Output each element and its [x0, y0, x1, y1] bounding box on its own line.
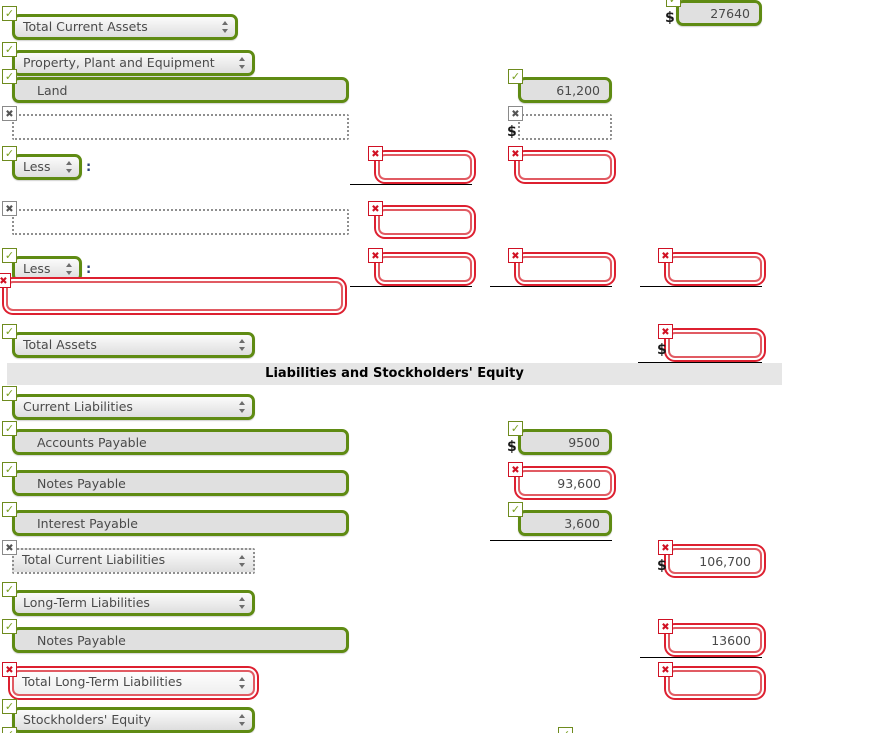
field-blank-asset-3-value[interactable]: [378, 209, 472, 235]
subtotal-rule: [350, 286, 472, 287]
field-blank-asset-1-value[interactable]: [518, 114, 612, 140]
dollar-sign: $: [657, 558, 667, 574]
validation-badge-total-current-liabilities-label: [2, 540, 17, 555]
field-property-plant-equipment-label[interactable]: Property, Plant and Equipment: [12, 50, 255, 76]
validation-badge-less-2-value3: [658, 248, 673, 263]
colon-separator: :: [86, 160, 92, 175]
field-notes-payable-longterm-value[interactable]: [668, 627, 762, 653]
field-less-2-value3[interactable]: [668, 256, 762, 282]
validation-badge-notes-payable-longterm-value: [658, 619, 673, 634]
subtotal-rule: [490, 286, 612, 287]
field-notes-payable-current-label[interactable]: [12, 470, 349, 496]
validation-badge-total-current-assets-value: [666, 0, 681, 7]
validation-badge-total-long-term-liabilities-label: [2, 662, 17, 677]
validation-badge-total-assets-label: [2, 324, 17, 339]
field-total-long-term-liabilities-label[interactable]: Total Long-Term Liabilities: [12, 670, 255, 696]
validation-badge-less-2-value2: [508, 248, 523, 263]
field-stockholders-equity-label[interactable]: Stockholders' Equity: [12, 707, 255, 733]
field-current-liabilities-label[interactable]: Current Liabilities: [12, 394, 255, 420]
validation-badge-blank-asset-1-value: [508, 106, 523, 121]
subtotal-rule: [640, 286, 762, 287]
field-land-value[interactable]: [518, 77, 612, 103]
field-less-2-label[interactable]: Less: [12, 256, 82, 282]
dollar-sign: $: [657, 342, 667, 358]
validation-badge-blank-asset-4-wide-label: [0, 273, 11, 288]
field-accounts-payable-label[interactable]: [12, 429, 349, 455]
validation-badge-interest-payable-value: [508, 502, 523, 517]
subtotal-rule: [640, 657, 762, 658]
validation-badge-blank-asset-3-label: [2, 201, 17, 216]
validation-badge-long-term-liabilities-label: [2, 582, 17, 597]
validation-badge-partial-bottom-row-value: [558, 727, 573, 733]
validation-badge-total-current-assets-label: [2, 6, 17, 21]
validation-badge-less-2-label: [2, 248, 17, 263]
field-blank-asset-1-label[interactable]: [12, 114, 349, 140]
validation-badge-blank-asset-1-label: [2, 106, 17, 121]
field-total-current-liabilities-label[interactable]: Total Current Liabilities: [12, 548, 255, 574]
section-header-liabilities-equity: Liabilities and Stockholders' Equity: [7, 363, 782, 385]
validation-badge-current-liabilities-label: [2, 386, 17, 401]
validation-badge-land-value: [508, 69, 523, 84]
field-notes-payable-current-value[interactable]: [518, 470, 612, 496]
validation-badge-less-1-label: [2, 146, 17, 161]
field-less-2-value[interactable]: [378, 256, 472, 282]
validation-badge-blank-asset-3-value: [368, 201, 383, 216]
field-interest-payable-label[interactable]: [12, 510, 349, 536]
field-total-current-assets-value[interactable]: [676, 0, 762, 26]
field-less-2-value2[interactable]: [518, 256, 612, 282]
dollar-sign: $: [507, 439, 517, 455]
validation-badge-less-1-value: [368, 146, 383, 161]
field-blank-asset-3-label[interactable]: [12, 209, 349, 235]
validation-badge-accounts-payable-value: [508, 421, 523, 436]
field-total-current-assets-label[interactable]: Total Current Assets: [12, 14, 238, 40]
field-total-current-liabilities-value[interactable]: [668, 548, 762, 574]
validation-badge-notes-payable-current-label: [2, 462, 17, 477]
validation-badge-less-1-value2: [508, 146, 523, 161]
validation-badge-stockholders-equity-label: [2, 699, 17, 714]
validation-badge-notes-payable-longterm-label: [2, 619, 17, 634]
field-interest-payable-value[interactable]: [518, 510, 612, 536]
field-total-assets-value[interactable]: [668, 332, 762, 358]
subtotal-rule: [490, 540, 612, 541]
validation-badge-land-label: [2, 69, 17, 84]
validation-badge-total-current-liabilities-value: [658, 540, 673, 555]
field-notes-payable-longterm-label[interactable]: [12, 627, 349, 653]
field-blank-asset-4-wide-label[interactable]: [6, 281, 343, 311]
validation-badge-accounts-payable-label: [2, 421, 17, 436]
validation-badge-property-plant-equipment-label: [2, 42, 17, 57]
validation-badge-notes-payable-current-value: [508, 462, 523, 477]
validation-badge-less-2-value: [368, 248, 383, 263]
dollar-sign: $: [665, 10, 675, 26]
dollar-sign: $: [507, 124, 517, 140]
field-long-term-liabilities-label[interactable]: Long-Term Liabilities: [12, 590, 255, 616]
colon-separator: :: [86, 262, 92, 277]
validation-badge-total-long-term-liabilities-value: [658, 662, 673, 677]
field-less-1-value[interactable]: [378, 154, 472, 180]
validation-badge-total-assets-value: [658, 324, 673, 339]
balance-sheet-form: Total Current Assets $ Property, Plant and…: [0, 0, 869, 733]
subtotal-rule: [350, 184, 472, 185]
field-total-assets-label[interactable]: Total Assets: [12, 332, 255, 358]
validation-badge-interest-payable-label: [2, 502, 17, 517]
field-total-long-term-liabilities-value[interactable]: [668, 670, 762, 696]
field-accounts-payable-value[interactable]: [518, 429, 612, 455]
field-less-1-label[interactable]: Less: [12, 154, 82, 180]
validation-badge-partial-bottom-row-label: [2, 727, 17, 733]
field-less-1-value2[interactable]: [518, 154, 612, 180]
field-land-label[interactable]: [12, 77, 349, 103]
